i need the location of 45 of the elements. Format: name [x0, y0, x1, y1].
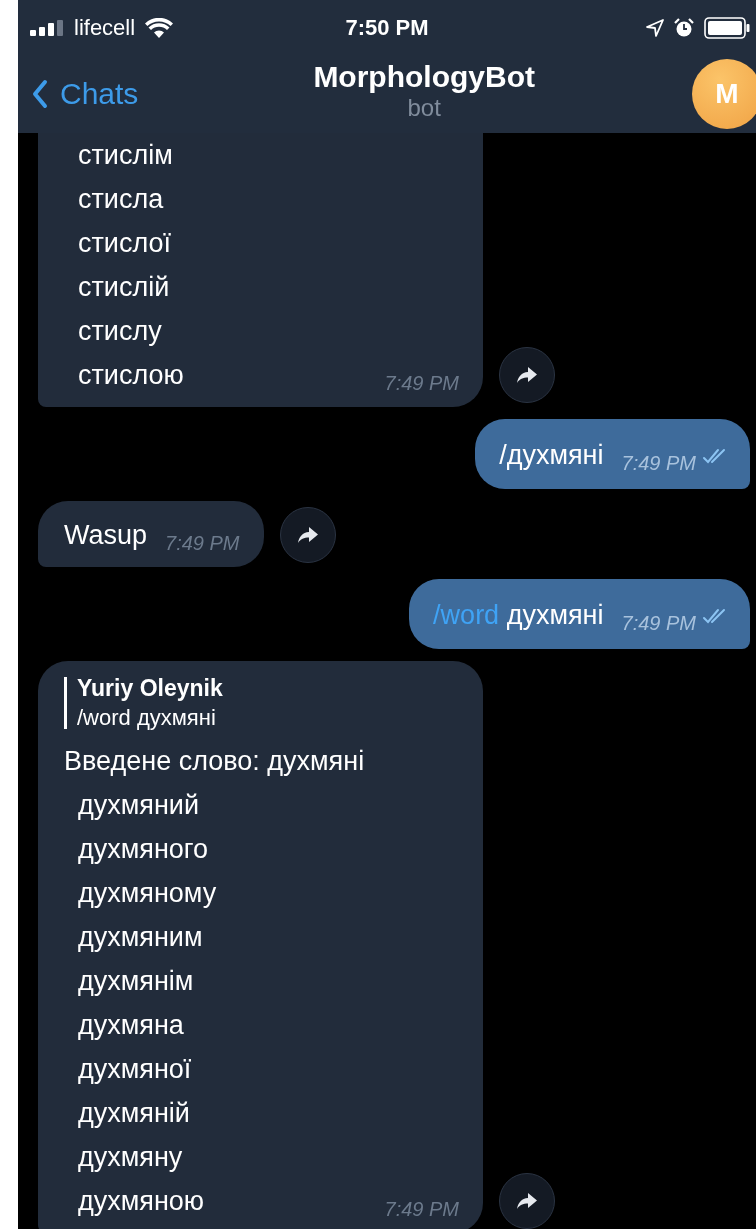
carrier-name: lifecell — [74, 14, 136, 41]
location-arrow-icon — [646, 18, 664, 37]
message-text: /духмяні — [499, 440, 604, 470]
reply-author: Yuriy Oleynik — [77, 674, 223, 703]
wifi-icon — [145, 17, 174, 38]
message-time: 7:49 PM — [621, 452, 696, 475]
chevron-left-icon — [32, 79, 48, 109]
forward-button[interactable] — [499, 1173, 555, 1229]
message-line: духмяної — [77, 1053, 193, 1086]
message-line: стислім — [77, 139, 174, 172]
message-line: духмяним — [77, 921, 204, 954]
message-time: 7:49 PM — [621, 612, 696, 635]
message-time: 7:49 PM — [165, 532, 240, 555]
reply-text: /word духмяні — [77, 704, 217, 732]
battery-icon — [704, 16, 750, 39]
status-time: 7:50 PM — [345, 14, 429, 41]
avatar-button[interactable]: M — [692, 59, 756, 129]
alarm-clock-icon — [674, 17, 694, 38]
share-arrow-icon — [517, 1193, 537, 1209]
command-link[interactable]: /word — [433, 600, 500, 630]
chat-title: MorphologyBot — [313, 60, 535, 94]
message-line: духмяну — [77, 1141, 184, 1174]
message-line: стислій — [77, 271, 171, 304]
message-line: духмяного — [77, 833, 210, 866]
chat-subtitle: bot — [407, 94, 441, 122]
message-line: духмяному — [77, 877, 218, 910]
back-button[interactable]: Chats — [32, 77, 139, 111]
message-line: духмяній — [77, 1097, 191, 1130]
message-line: духмяний — [77, 789, 200, 822]
message-line: духмяна — [77, 1009, 185, 1042]
message-text: Введене слово: духмяні — [64, 745, 366, 778]
message-time: 7:49 PM — [384, 372, 459, 395]
share-arrow-icon — [517, 367, 537, 383]
message-text: Wasup — [64, 519, 148, 552]
message-line: стислої — [77, 227, 173, 260]
message-line: духмяною — [77, 1185, 205, 1218]
message-line: стислою — [77, 359, 184, 392]
share-arrow-icon — [297, 527, 318, 543]
message-line: духмянім — [77, 965, 195, 998]
signal-icon — [30, 19, 64, 36]
message-text: духмяні — [506, 600, 604, 630]
message-time: 7:49 PM — [384, 1198, 459, 1221]
forward-button[interactable] — [499, 347, 555, 403]
message-line: стислу — [77, 315, 163, 348]
message-line: стисла — [77, 183, 165, 216]
